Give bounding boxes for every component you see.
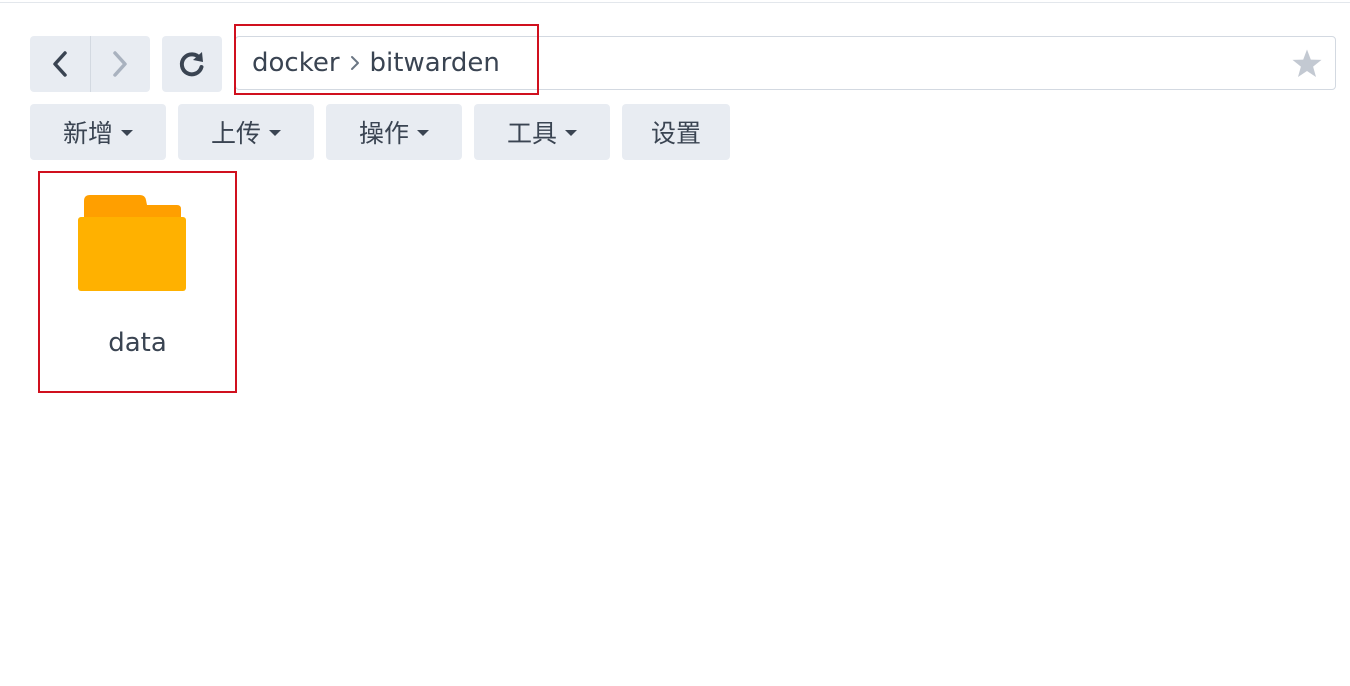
nav-button-group — [30, 36, 150, 92]
tools-button[interactable]: 工具 — [474, 104, 610, 160]
chevron-right-icon — [113, 51, 127, 77]
breadcrumb: docker bitwarden — [236, 37, 500, 89]
caret-down-icon — [121, 130, 133, 136]
breadcrumb-item-docker[interactable]: docker — [252, 48, 340, 78]
new-button-label: 新增 — [62, 119, 113, 148]
caret-down-icon — [417, 130, 429, 136]
new-button[interactable]: 新增 — [30, 104, 166, 160]
breadcrumb-item-bitwarden[interactable]: bitwarden — [370, 48, 500, 78]
file-name: data — [108, 328, 167, 358]
folder-icon — [78, 195, 186, 291]
star-icon[interactable] — [1291, 48, 1323, 80]
path-bar[interactable]: docker bitwarden — [235, 36, 1336, 90]
chevron-right-icon — [350, 55, 360, 71]
tools-button-label: 工具 — [506, 119, 557, 148]
upload-button-label: 上传 — [210, 119, 261, 148]
back-button[interactable] — [30, 36, 90, 92]
toolbar: 新增 上传 操作 工具 设置 — [30, 104, 730, 160]
chevron-left-icon — [53, 51, 67, 77]
refresh-button[interactable] — [162, 36, 222, 92]
refresh-icon — [179, 52, 204, 77]
action-button[interactable]: 操作 — [326, 104, 462, 160]
caret-down-icon — [269, 130, 281, 136]
caret-down-icon — [565, 130, 577, 136]
settings-button-label: 设置 — [650, 119, 701, 148]
settings-button[interactable]: 设置 — [622, 104, 730, 160]
upload-button[interactable]: 上传 — [178, 104, 314, 160]
forward-button[interactable] — [90, 36, 150, 92]
file-item-data[interactable]: data — [38, 171, 237, 393]
top-divider — [0, 2, 1350, 3]
action-button-label: 操作 — [358, 119, 409, 148]
